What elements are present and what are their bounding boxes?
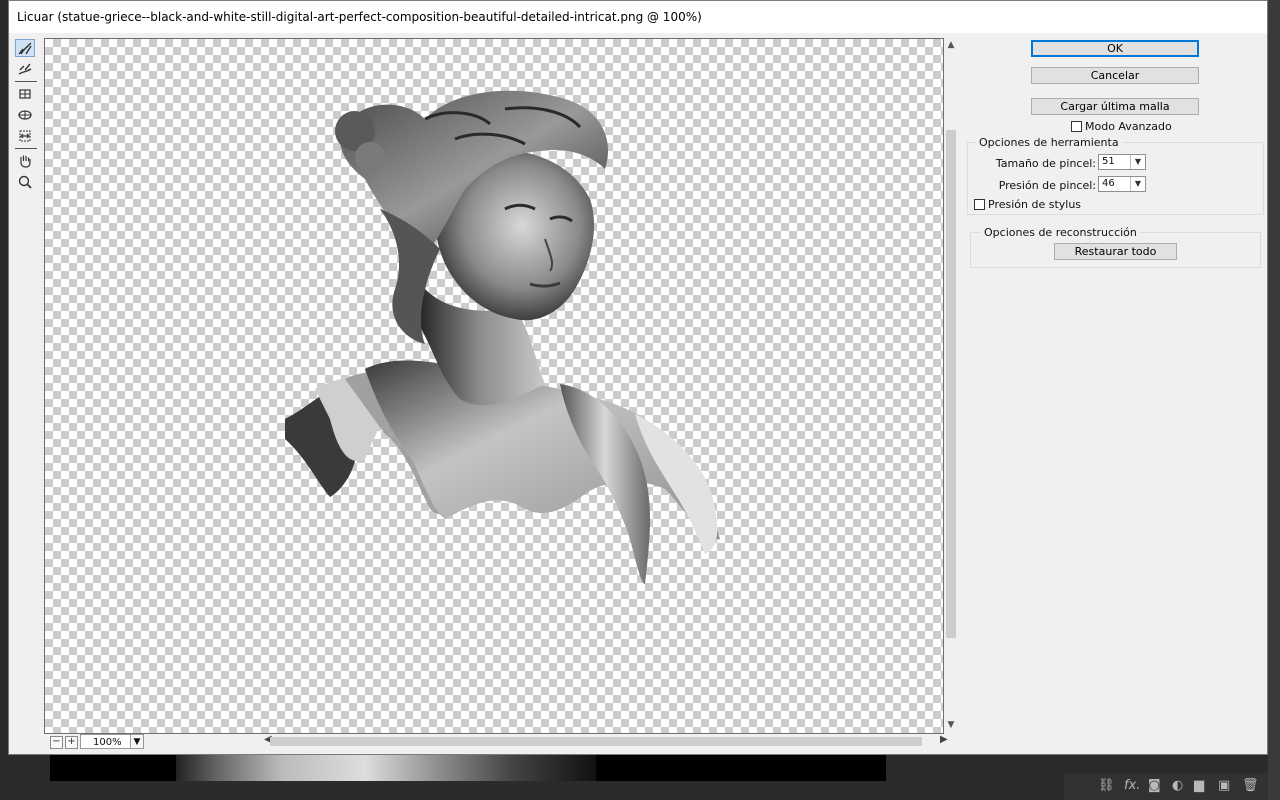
new-layer-icon[interactable]: ▣: [1218, 778, 1230, 793]
push-left-tool[interactable]: [15, 127, 35, 145]
stylus-pressure-checkbox[interactable]: Presión de stylus: [974, 198, 1081, 211]
bloat-tool[interactable]: [15, 106, 35, 124]
tool-separator: [15, 81, 37, 82]
tool-options-title: Opciones de herramienta: [976, 136, 1122, 149]
background-statue-image: [176, 754, 596, 781]
scroll-up-icon[interactable]: ▲: [944, 40, 958, 50]
chevron-down-icon[interactable]: ▼: [1130, 177, 1145, 191]
layers-panel-footer: ⛓ fx. ◙ ◐ ▆ ▣ 🗑: [1064, 774, 1268, 800]
scroll-down-icon[interactable]: ▼: [944, 720, 958, 730]
tool-options-group: Opciones de herramienta Tamaño de pincel…: [967, 136, 1264, 215]
brush-size-value[interactable]: 51: [1102, 156, 1115, 167]
dialog-title: Licuar (statue-griece--black-and-white-s…: [17, 10, 702, 24]
zoom-out-button[interactable]: −: [50, 736, 63, 749]
hand-tool[interactable]: [15, 152, 35, 170]
vertical-scroll-thumb[interactable]: [946, 130, 956, 638]
restore-all-button[interactable]: Restaurar todo: [1054, 243, 1177, 260]
checkbox-box[interactable]: [974, 199, 985, 210]
zoom-in-button[interactable]: +: [65, 736, 78, 749]
preview-bottom-bar: − + 100% ▼ ◀ ▶: [44, 734, 958, 752]
folder-icon[interactable]: ▆: [1194, 778, 1204, 793]
scroll-right-icon[interactable]: ▶: [940, 734, 948, 745]
fx-icon[interactable]: fx.: [1124, 778, 1140, 793]
cancel-button[interactable]: Cancelar: [1031, 67, 1199, 84]
brush-pressure-label: Presión de pincel:: [998, 179, 1096, 192]
reconstruct-options-title: Opciones de reconstrucción: [981, 226, 1140, 239]
preview-canvas[interactable]: [44, 38, 944, 734]
forward-warp-icon: [18, 42, 32, 55]
load-last-mesh-button[interactable]: Cargar última malla: [1031, 98, 1199, 115]
reconstruct-options-group: Opciones de reconstrucción Restaurar tod…: [970, 226, 1261, 268]
preview-horizontal-scrollbar[interactable]: ◀ ▶: [256, 734, 948, 748]
tool-separator: [15, 148, 37, 149]
adjustment-icon[interactable]: ◐: [1172, 778, 1183, 793]
reconstruct-icon: [18, 63, 32, 75]
forward-warp-tool[interactable]: [15, 39, 35, 57]
zoom-icon: [18, 175, 32, 189]
preview-vertical-scrollbar[interactable]: ▲ ▼: [944, 38, 958, 734]
brush-size-field[interactable]: 51 ▼: [1098, 154, 1146, 170]
zoom-level-field[interactable]: 100%: [80, 734, 132, 749]
chevron-down-icon[interactable]: ▼: [130, 734, 144, 749]
mask-icon[interactable]: ◙: [1148, 778, 1161, 793]
push-left-icon: [19, 130, 31, 142]
liquify-dialog: Licuar (statue-griece--black-and-white-s…: [8, 0, 1268, 755]
stylus-pressure-label: Presión de stylus: [988, 198, 1082, 211]
horizontal-scroll-thumb[interactable]: [270, 737, 922, 746]
link-icon[interactable]: ⛓: [1098, 778, 1115, 793]
brush-size-label: Tamaño de pincel:: [995, 157, 1096, 170]
bloat-icon: [18, 110, 32, 120]
ok-button[interactable]: OK: [1031, 40, 1199, 57]
hand-icon: [20, 155, 31, 168]
brush-pressure-value[interactable]: 46: [1102, 178, 1115, 189]
dialog-titlebar[interactable]: Licuar (statue-griece--black-and-white-s…: [9, 1, 1267, 33]
trash-icon[interactable]: 🗑: [1242, 778, 1259, 793]
chevron-down-icon[interactable]: ▼: [1130, 155, 1145, 169]
zoom-tool[interactable]: [15, 173, 35, 191]
pucker-icon: [19, 89, 31, 99]
advanced-mode-checkbox[interactable]: Modo Avanzado: [1071, 120, 1172, 133]
workspace-right-edge: [1268, 0, 1280, 800]
advanced-mode-label: Modo Avanzado: [1085, 120, 1172, 133]
background-canvas: [50, 754, 886, 781]
checkbox-box[interactable]: [1071, 121, 1082, 132]
tool-column: [15, 39, 37, 194]
statue-image: [285, 90, 720, 584]
reconstruct-tool[interactable]: [15, 60, 35, 78]
pucker-tool[interactable]: [15, 85, 35, 103]
brush-pressure-field[interactable]: 46 ▼: [1098, 176, 1146, 192]
